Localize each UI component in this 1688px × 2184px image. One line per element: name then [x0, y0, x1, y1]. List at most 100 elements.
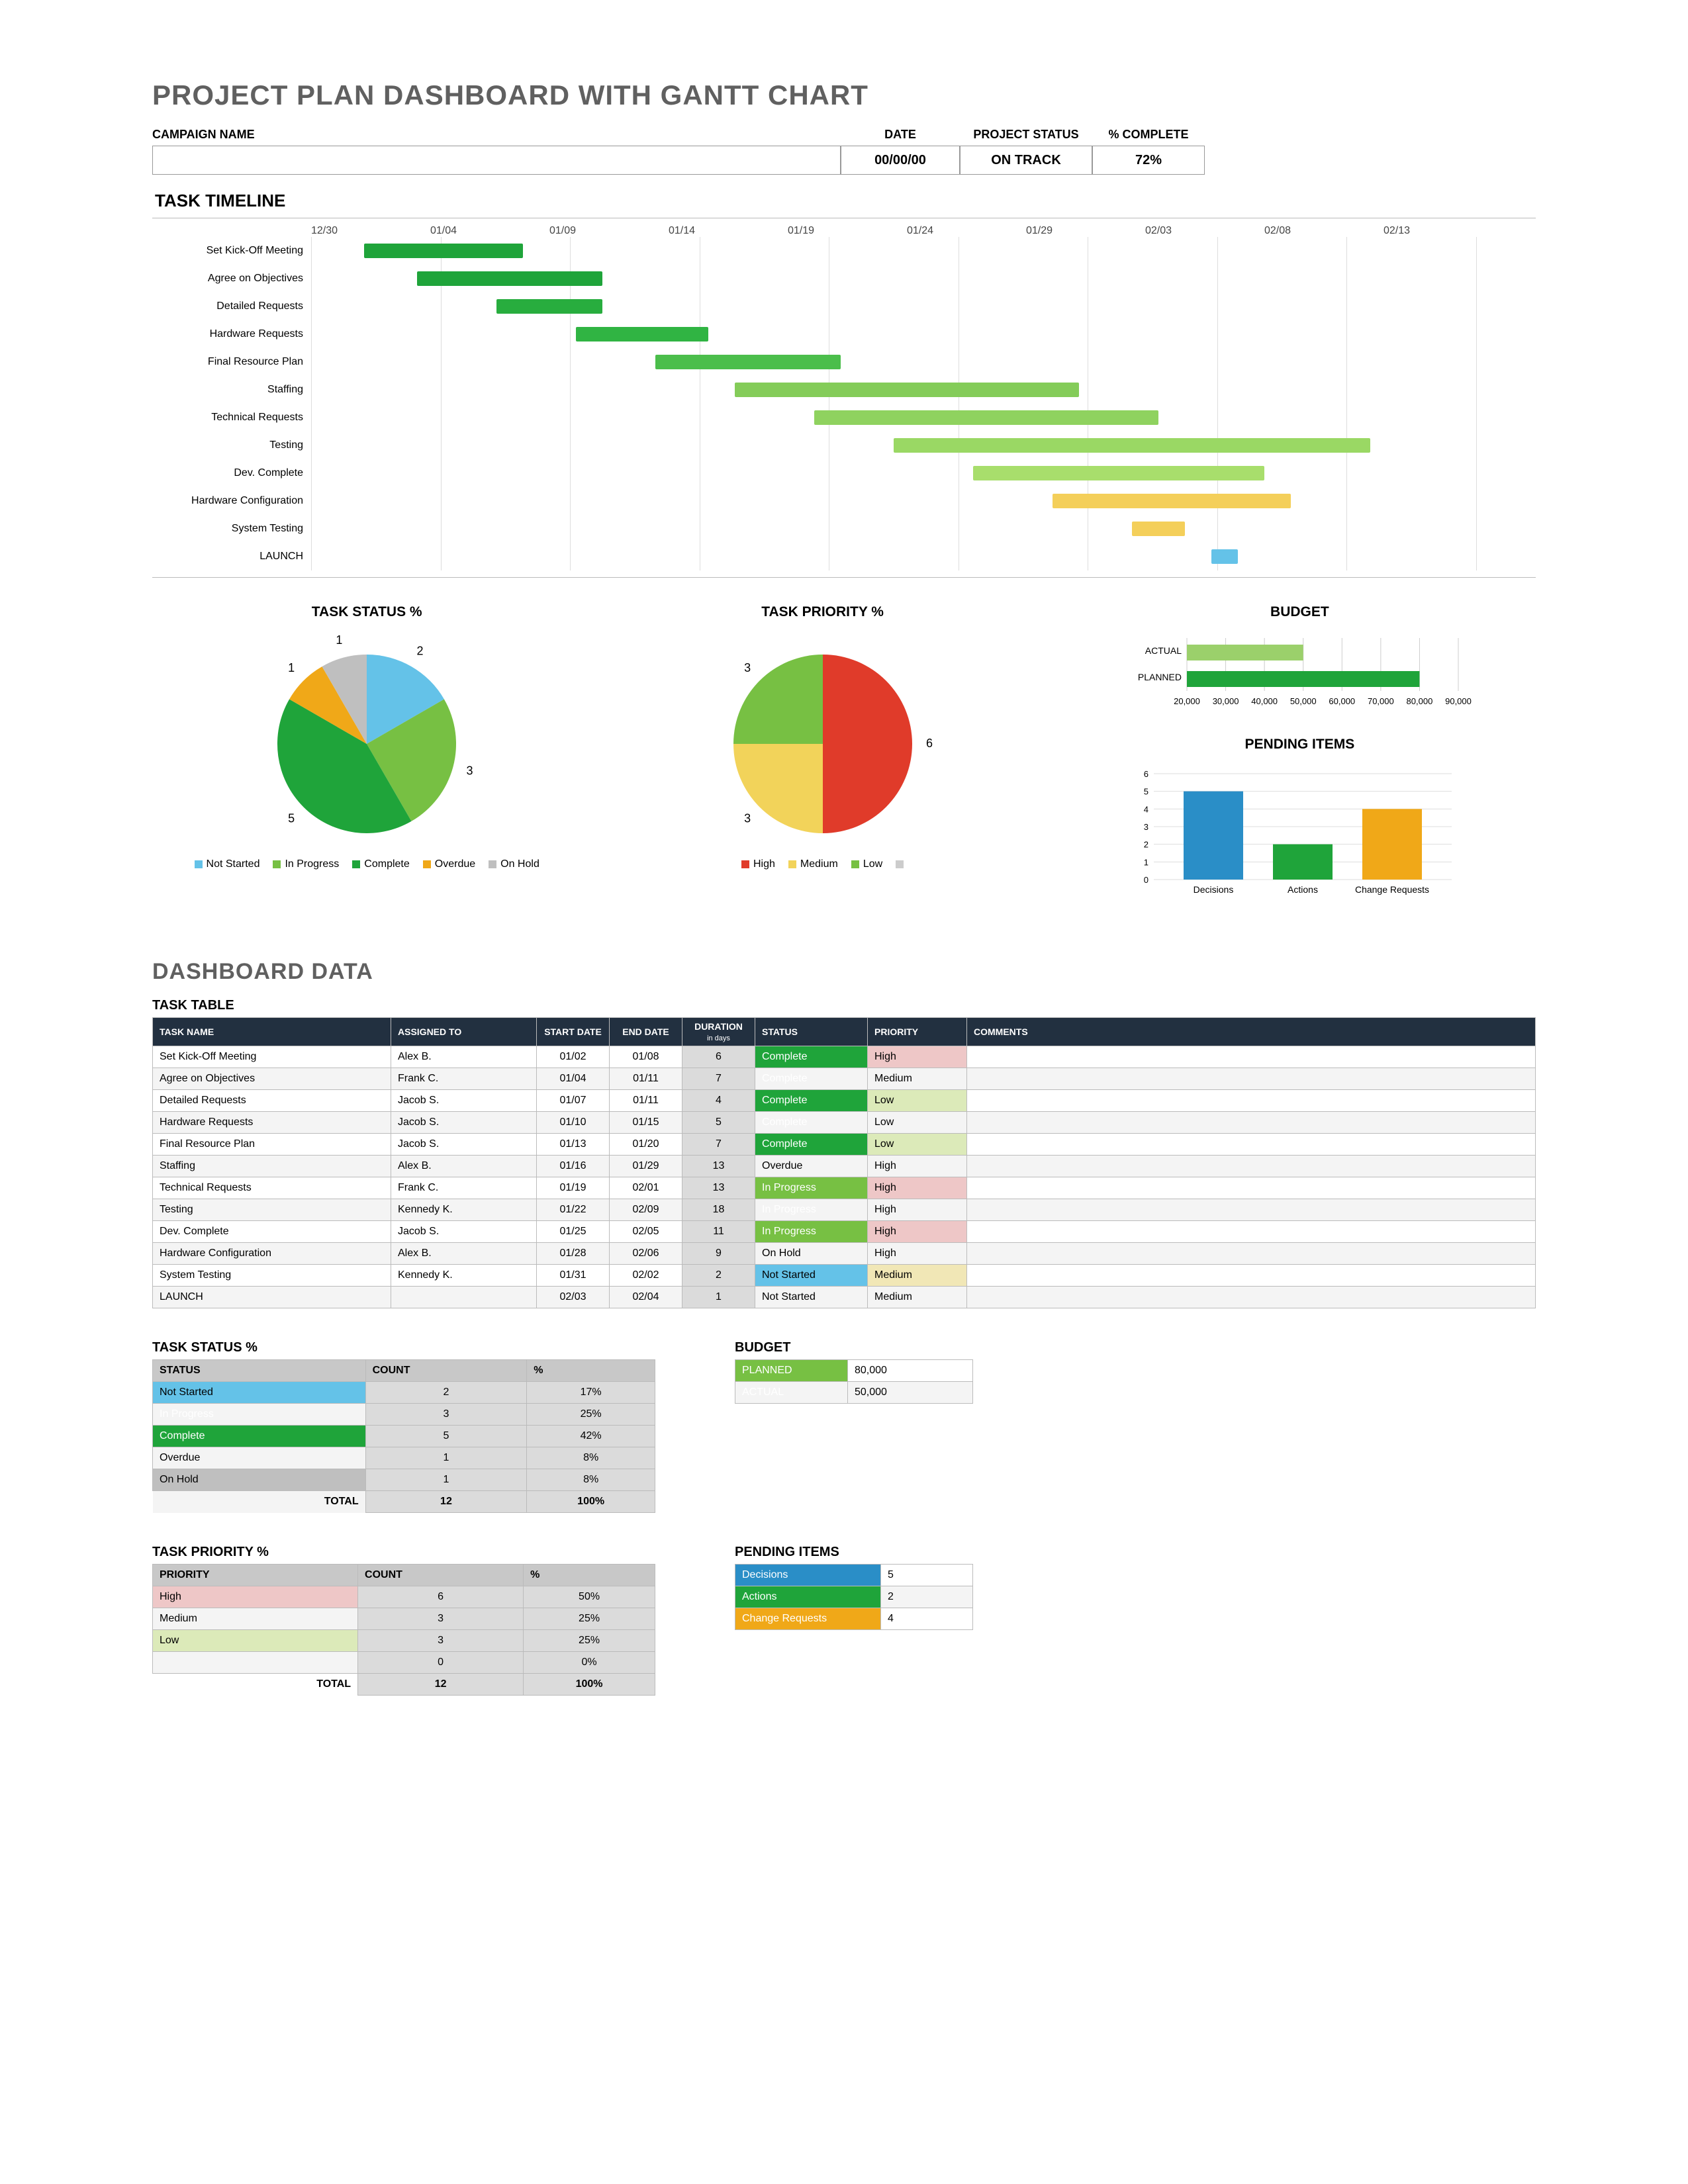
svg-text:50,000: 50,000: [1290, 696, 1317, 706]
legend-item: [896, 858, 904, 870]
budget-table: PLANNED80,000ACTUAL50,000: [735, 1359, 973, 1404]
gantt-row: Set Kick-Off Meeting: [152, 237, 1536, 265]
gantt-row: Hardware Requests: [152, 320, 1536, 348]
campaign-value[interactable]: [152, 146, 841, 175]
pct-label: % COMPLETE: [1092, 128, 1205, 142]
table-row: Detailed RequestsJacob S.01/0701/114Comp…: [153, 1090, 1536, 1112]
legend-item: Overdue: [423, 858, 475, 870]
bar: [1187, 671, 1419, 687]
table-row: TestingKennedy K.01/2202/0918In Progress…: [153, 1199, 1536, 1221]
task-status-chart: TASK STATUS % 23511 Not StartedIn Progre…: [152, 604, 581, 906]
table-row: Technical RequestsFrank C.01/1902/0113In…: [153, 1177, 1536, 1199]
svg-text:Actions: Actions: [1288, 884, 1318, 895]
table-row: High650%: [153, 1586, 655, 1608]
gantt-bar: [576, 327, 708, 341]
table-row: 00%: [153, 1652, 655, 1674]
gantt-row: Hardware Configuration: [152, 487, 1536, 515]
pct-value: 72%: [1092, 146, 1205, 175]
table-row: StaffingAlex B.01/1601/2913OverdueHigh: [153, 1156, 1536, 1177]
table-row: Final Resource PlanJacob S.01/1301/207Co…: [153, 1134, 1536, 1156]
gantt-row: Detailed Requests: [152, 293, 1536, 320]
legend-item: High: [741, 858, 775, 870]
legend-item: Complete: [352, 858, 409, 870]
bar: [1362, 809, 1422, 880]
chart-title: TASK STATUS %: [312, 604, 422, 620]
pie-slice: [823, 655, 912, 833]
svg-text:60,000: 60,000: [1329, 696, 1356, 706]
svg-text:1: 1: [1144, 857, 1149, 867]
pending-table-title: PENDING ITEMS: [735, 1545, 973, 1560]
table-row: Medium325%: [153, 1608, 655, 1630]
budget-table-title: BUDGET: [735, 1340, 973, 1355]
legend-item: Medium: [788, 858, 838, 870]
gantt-bar: [417, 271, 602, 286]
budget-and-pending: BUDGET 20,000 30,000 40,000 50,000 60,000 70,…: [1064, 604, 1536, 906]
priority-table-title: TASK PRIORITY %: [152, 1545, 655, 1560]
svg-text:80,000: 80,000: [1407, 696, 1433, 706]
gantt-row: LAUNCH: [152, 543, 1536, 570]
table-row: ACTUAL50,000: [735, 1382, 973, 1404]
svg-text:5: 5: [288, 812, 295, 825]
gantt-row: Agree on Objectives: [152, 265, 1536, 293]
gantt-row: Testing: [152, 432, 1536, 459]
date-value[interactable]: 00/00/00: [841, 146, 960, 175]
svg-text:5: 5: [1144, 787, 1149, 797]
table-row: Agree on ObjectivesFrank C.01/0401/117Co…: [153, 1068, 1536, 1090]
chart-title: BUDGET: [1270, 604, 1329, 620]
status-label: PROJECT STATUS: [960, 128, 1092, 142]
table-row: Set Kick-Off MeetingAlex B.01/0201/086Co…: [153, 1046, 1536, 1068]
table-row: Decisions5: [735, 1565, 973, 1586]
table-row: Hardware ConfigurationAlex B.01/2802/069…: [153, 1243, 1536, 1265]
table-row: LAUNCH02/0302/041Not StartedMedium: [153, 1287, 1536, 1308]
table-row: Actions2: [735, 1586, 973, 1608]
svg-text:ACTUAL: ACTUAL: [1145, 645, 1182, 656]
svg-text:70,000: 70,000: [1368, 696, 1394, 706]
gantt-bar: [894, 438, 1370, 453]
table-row: System TestingKennedy K.01/3102/022Not S…: [153, 1265, 1536, 1287]
pending-table: Decisions5Actions2Change Requests4: [735, 1564, 973, 1630]
gantt-title: TASK TIMELINE: [155, 191, 1536, 211]
svg-text:1: 1: [336, 633, 343, 647]
table-row: Low325%: [153, 1630, 655, 1652]
chart-legend: High Medium Low: [741, 858, 904, 870]
svg-text:6: 6: [926, 737, 933, 750]
status-table-title: TASK STATUS %: [152, 1340, 655, 1355]
campaign-label: CAMPAIGN NAME: [152, 128, 841, 142]
gantt-chart: 12/3001/0401/0901/1401/1901/2401/2902/03…: [152, 218, 1536, 578]
svg-text:30,000: 30,000: [1213, 696, 1239, 706]
gantt-bar: [655, 355, 841, 369]
status-table: STATUSCOUNT%Not Started217%In Progress32…: [152, 1359, 655, 1513]
gantt-bar: [814, 410, 1158, 425]
gantt-row: Staffing: [152, 376, 1536, 404]
svg-text:Change Requests: Change Requests: [1355, 884, 1429, 895]
legend-item: In Progress: [273, 858, 339, 870]
legend-item: Not Started: [195, 858, 260, 870]
table-row: Overdue18%: [153, 1447, 655, 1469]
bar: [1187, 645, 1303, 660]
gantt-bar: [1211, 549, 1238, 564]
table-row: PLANNED80,000: [735, 1360, 973, 1382]
gantt-row: Technical Requests: [152, 404, 1536, 432]
chart-title: PENDING ITEMS: [1245, 737, 1355, 752]
gantt-bar: [1053, 494, 1291, 508]
gantt-row: System Testing: [152, 515, 1536, 543]
svg-text:40,000: 40,000: [1252, 696, 1278, 706]
svg-text:Decisions: Decisions: [1194, 884, 1234, 895]
legend-item: Low: [851, 858, 882, 870]
svg-text:2: 2: [1144, 840, 1149, 850]
gantt-bar: [735, 383, 1079, 397]
header-row: CAMPAIGN NAME DATE 00/00/00 PROJECT STAT…: [152, 124, 1536, 175]
svg-text:3: 3: [744, 661, 751, 674]
svg-text:3: 3: [467, 764, 473, 777]
chart-title: TASK PRIORITY %: [761, 604, 884, 620]
svg-text:PLANNED: PLANNED: [1138, 672, 1182, 682]
task-priority-chart: TASK PRIORITY % 6 3 3 High Medium Low: [608, 604, 1037, 906]
svg-text:6: 6: [1144, 769, 1149, 779]
svg-text:20,000: 20,000: [1174, 696, 1201, 706]
charts-row: TASK STATUS % 2 3 5 1 1 Not Started In Progre…: [152, 604, 1536, 906]
page-title: PROJECT PLAN DASHBOARD WITH GANTT CHART: [152, 79, 1536, 111]
svg-text:3: 3: [744, 812, 751, 825]
table-row: Not Started217%: [153, 1382, 655, 1404]
svg-text:90,000: 90,000: [1446, 696, 1472, 706]
table-row: In Progress325%: [153, 1404, 655, 1426]
